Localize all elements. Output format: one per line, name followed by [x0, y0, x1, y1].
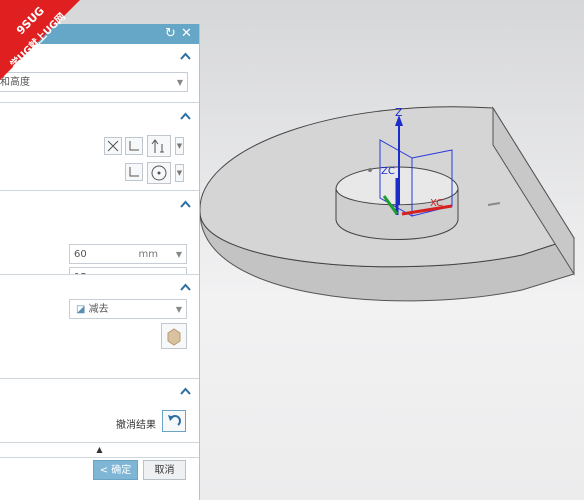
- subtract-icon: ◪: [76, 304, 86, 315]
- ok-button[interactable]: < 确定 >: [93, 460, 138, 496]
- circle-point-icon[interactable]: [147, 162, 171, 184]
- dropdown-arrow-icon[interactable]: ▼: [176, 245, 182, 265]
- undo-result-label: 撤消结果: [116, 420, 156, 431]
- chevron-up-icon[interactable]: [180, 283, 191, 291]
- diameter-field[interactable]: 60 mm ▼: [69, 244, 187, 264]
- cancel-button[interactable]: 取消: [143, 460, 186, 480]
- boolean-dropdown[interactable]: ◪ 减去 ▼: [69, 299, 187, 319]
- chevron-up-icon[interactable]: [180, 52, 191, 60]
- chevron-up-icon[interactable]: [180, 200, 191, 208]
- chevron-up-icon[interactable]: [180, 387, 191, 395]
- section-boolean: ◪ 减去 ▼: [0, 274, 199, 380]
- close-icon[interactable]: ✕: [181, 26, 192, 41]
- zc-axis-label: ZC: [381, 166, 395, 177]
- dropdown-arrow-icon[interactable]: ▼: [175, 164, 184, 182]
- point-select-icon[interactable]: [125, 137, 143, 155]
- undo-icon[interactable]: [162, 410, 186, 432]
- point-constructor-icon[interactable]: [125, 163, 143, 181]
- section-reference: ▼ ▼: [0, 104, 199, 191]
- collapse-toggle[interactable]: ▲: [0, 442, 199, 458]
- feature-dialog: ↻ ✕ 和高度 ▼ ▼ ▼ 60 mm ▼ ◪ 减去 ▼ 撤消结果 ▲ < 确定…: [0, 24, 200, 500]
- dropdown-arrow-icon: ▼: [175, 305, 182, 314]
- vector-icon[interactable]: [147, 135, 171, 157]
- diameter-unit: mm: [138, 249, 158, 260]
- origin-handle[interactable]: [368, 168, 372, 172]
- xc-axis-label: XC: [430, 198, 443, 209]
- cross-select-icon[interactable]: [104, 137, 122, 155]
- chevron-up-icon[interactable]: [180, 112, 191, 120]
- z-axis-label: Z: [395, 106, 403, 119]
- solid-body-icon[interactable]: [161, 323, 187, 349]
- diameter-value[interactable]: 60: [74, 249, 87, 260]
- dropdown-arrow-icon: ▼: [176, 78, 183, 87]
- boolean-value: 减去: [88, 304, 109, 315]
- dropdown-arrow-icon[interactable]: ▼: [175, 137, 184, 155]
- refresh-icon[interactable]: ↻: [165, 26, 176, 41]
